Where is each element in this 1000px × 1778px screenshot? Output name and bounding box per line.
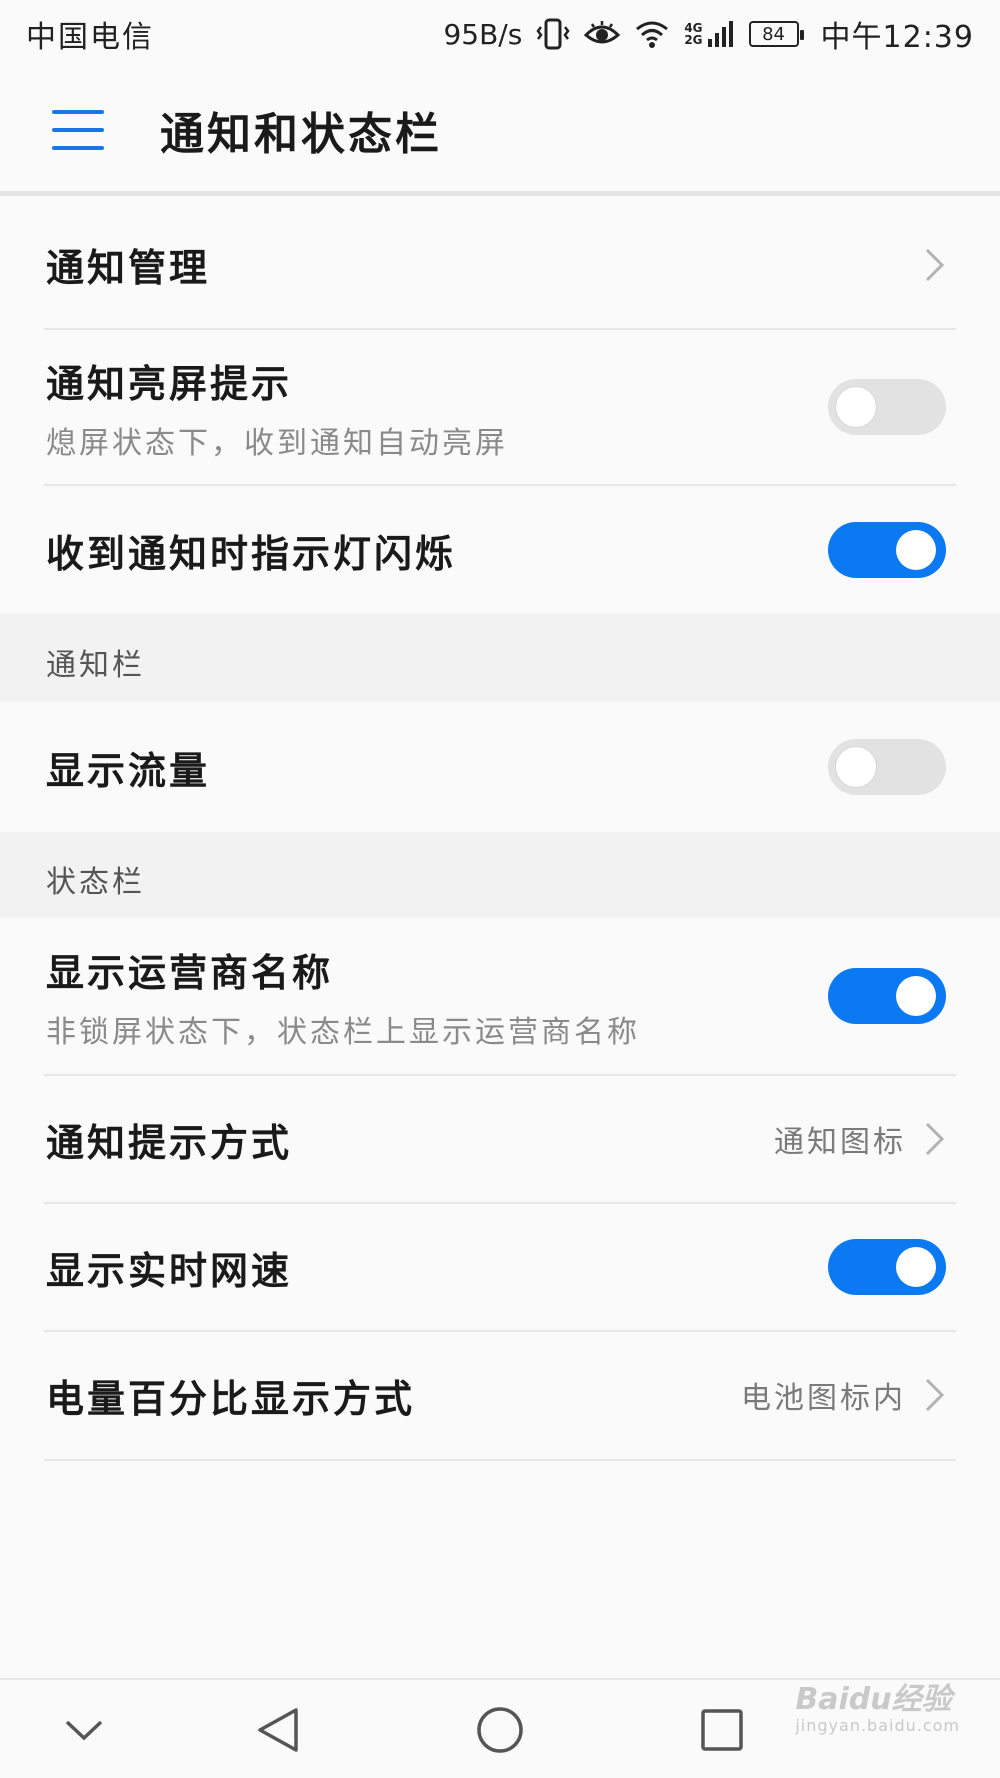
row-title: 电量百分比显示方式 — [46, 1376, 416, 1421]
row-screen-wake[interactable]: 通知亮屏提示 熄屏状态下，收到通知自动亮屏 — [0, 330, 1000, 484]
net-type-bottom: 2G — [684, 33, 703, 47]
chevron-right-icon — [925, 1122, 945, 1156]
row-title: 显示实时网速 — [46, 1248, 293, 1293]
home-icon[interactable] — [470, 1700, 530, 1760]
vibrate-icon — [536, 17, 570, 51]
row-title: 显示流量 — [46, 748, 211, 793]
status-bar: 中国电信 95B/s 4G 2G 84 中午12:39 — [0, 0, 1000, 68]
battery-level: 84 — [762, 23, 785, 45]
row-title: 通知亮屏提示 — [46, 361, 293, 406]
led-blink-toggle[interactable] — [828, 522, 946, 578]
net-speed: 95B/s — [443, 17, 523, 51]
screen-wake-toggle[interactable] — [828, 379, 946, 435]
row-notify-style[interactable]: 通知提示方式 通知图标 — [0, 1076, 1000, 1202]
row-led-blink[interactable]: 收到通知时指示灯闪烁 — [0, 486, 1000, 614]
baidu-watermark: Baidu经验 jingyan.baidu.com — [795, 1674, 960, 1735]
row-show-traffic[interactable]: 显示流量 — [0, 702, 1000, 832]
carrier-name-toggle[interactable] — [828, 968, 946, 1024]
page-title: 通知和状态栏 — [160, 108, 442, 160]
row-subtitle: 非锁屏状态下，状态栏上显示运营商名称 — [46, 1014, 640, 1050]
row-value: 电池图标内 — [741, 1381, 906, 1416]
chevron-right-icon — [925, 248, 945, 281]
chevron-right-icon — [925, 1378, 945, 1412]
menu-icon[interactable] — [52, 109, 104, 150]
wifi-icon — [634, 19, 670, 49]
realtime-speed-toggle[interactable] — [828, 1239, 946, 1295]
section-header-status-bar: 状态栏 — [0, 832, 1000, 918]
recents-icon[interactable] — [692, 1700, 752, 1760]
clock: 中午12:39 — [820, 20, 974, 55]
app-bar: 通知和状态栏 — [0, 68, 1000, 196]
eye-comfort-icon — [584, 19, 621, 49]
row-title: 通知提示方式 — [46, 1120, 293, 1165]
row-realtime-speed[interactable]: 显示实时网速 — [0, 1204, 1000, 1330]
row-notification-management[interactable]: 通知管理 — [0, 201, 1000, 328]
divider — [44, 1459, 956, 1461]
row-battery-percent[interactable]: 电量百分比显示方式 电池图标内 — [0, 1332, 1000, 1458]
battery-icon: 84 — [748, 21, 804, 47]
watermark-brand: Baidu经验 — [795, 1682, 952, 1717]
row-title: 通知管理 — [46, 246, 211, 290]
watermark-url: jingyan.baidu.com — [795, 1716, 960, 1735]
row-title: 显示运营商名称 — [46, 950, 334, 995]
row-title: 收到通知时指示灯闪烁 — [46, 531, 457, 576]
row-carrier-name[interactable]: 显示运营商名称 非锁屏状态下，状态栏上显示运营商名称 — [0, 918, 1000, 1074]
carrier-name: 中国电信 — [26, 20, 154, 55]
signal-icon: 4G 2G — [684, 19, 734, 49]
collapse-nav-icon[interactable] — [54, 1700, 114, 1760]
show-traffic-toggle[interactable] — [828, 739, 946, 795]
section-header-notification-bar: 通知栏 — [0, 614, 1000, 702]
row-value: 通知图标 — [774, 1125, 906, 1160]
row-subtitle: 熄屏状态下，收到通知自动亮屏 — [46, 425, 508, 461]
status-icons: 95B/s 4G 2G 84 中午12:39 — [443, 12, 974, 56]
back-icon[interactable] — [248, 1700, 308, 1760]
